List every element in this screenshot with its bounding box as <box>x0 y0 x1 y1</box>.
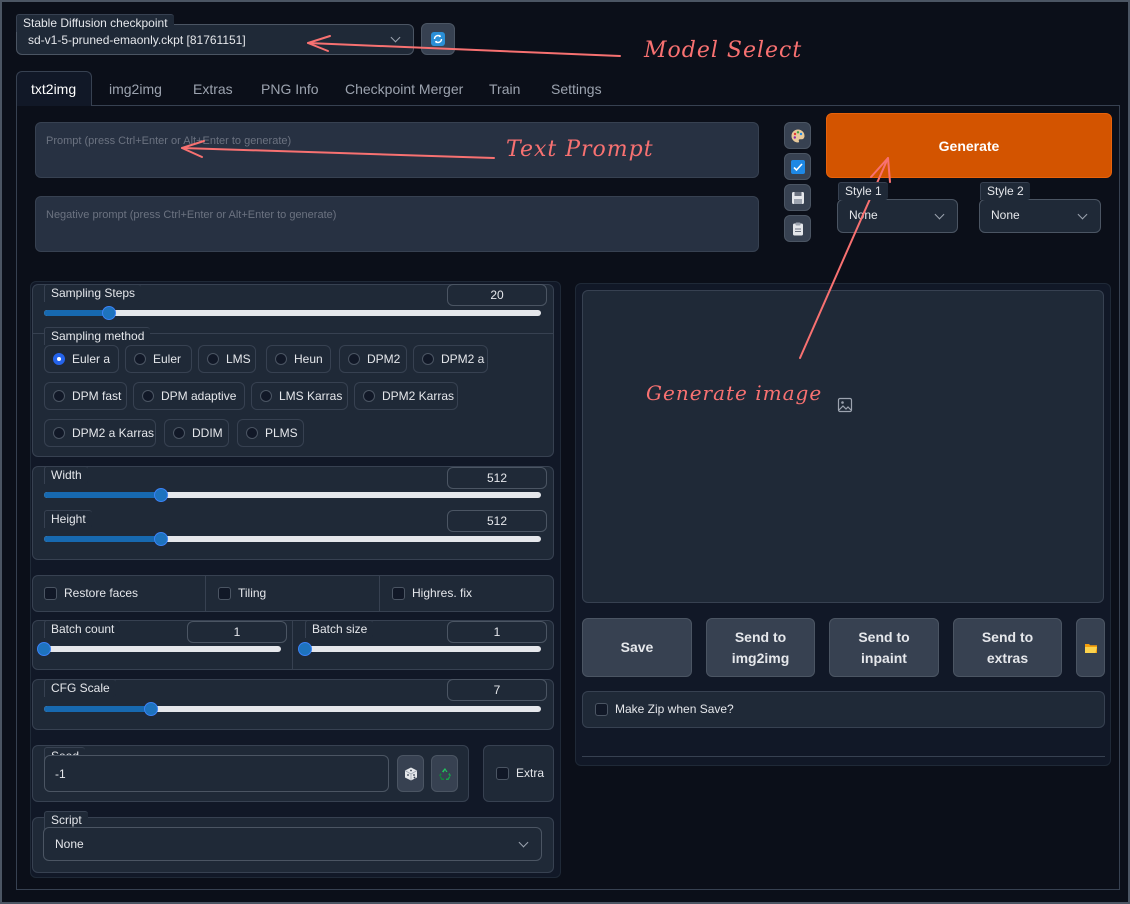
model-select-arrow <box>307 42 621 57</box>
checkpoint-label: Stable Diffusion checkpoint <box>16 14 174 32</box>
style1-label: Style 1 <box>838 182 888 200</box>
annotation-arrows <box>181 35 891 359</box>
annotation-generate-image: Generate image <box>646 381 823 405</box>
style2-label: Style 2 <box>980 182 1030 200</box>
annotation-model-select: Model Select <box>644 38 803 63</box>
annotation-text-prompt: Text Prompt <box>506 137 654 162</box>
text-prompt-arrow <box>181 147 495 159</box>
